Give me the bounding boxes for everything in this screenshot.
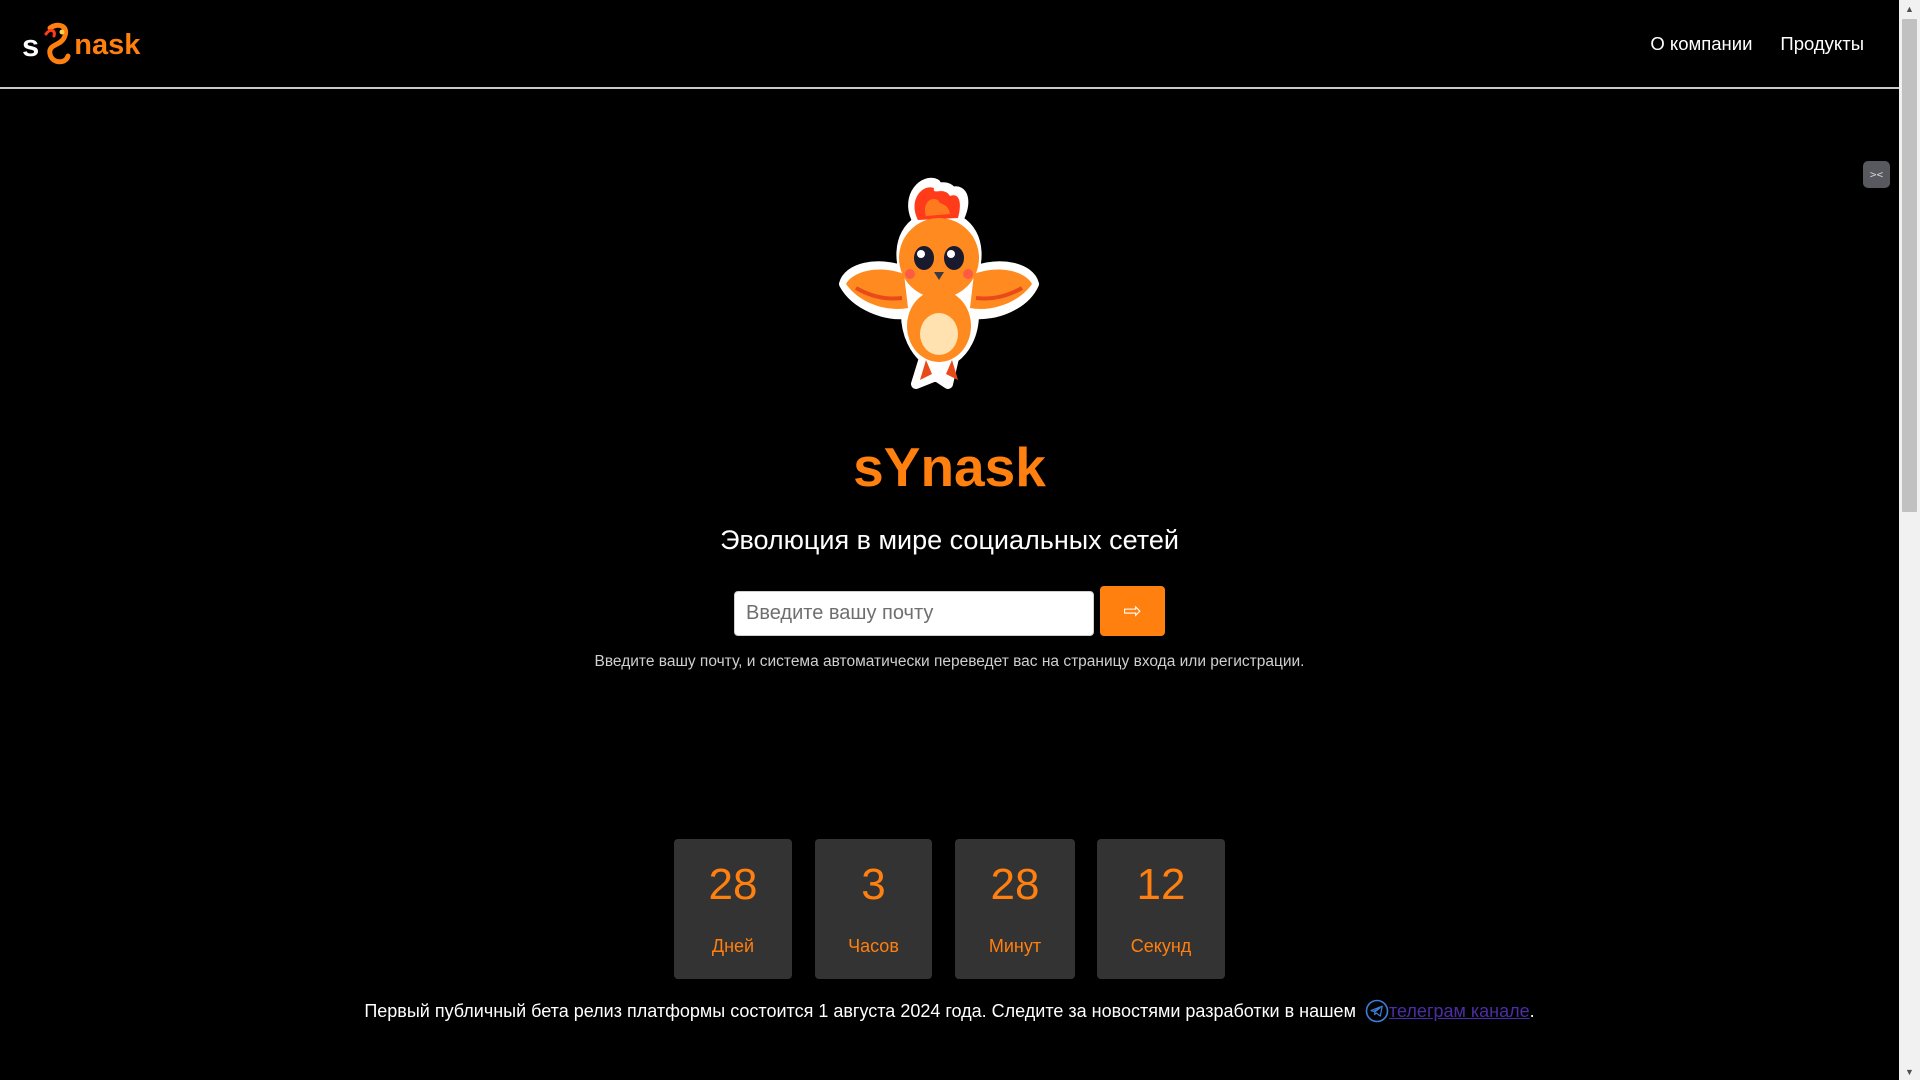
countdown-label: Дней	[711, 936, 755, 956]
countdown-label: Часов	[848, 936, 899, 956]
countdown-label: Секунд	[1130, 936, 1192, 956]
extension-icon[interactable]: ><	[1863, 161, 1890, 188]
nav-link-products[interactable]: Продукты	[1780, 33, 1864, 55]
scroll-thumb[interactable]	[1902, 19, 1917, 512]
phoenix-logo-icon	[44, 22, 71, 65]
countdown: 28 Дней 3 Часов 28 Минут 12 Секунд	[0, 839, 1899, 979]
main-nav: О компании Продукты	[1650, 33, 1864, 55]
telegram-channel-link[interactable]: телеграм канале	[1389, 1001, 1530, 1021]
scroll-up-icon[interactable]: ▲	[1899, 0, 1920, 17]
countdown-value: 12	[1136, 860, 1186, 909]
email-input[interactable]	[734, 591, 1094, 636]
top-navbar: s nask О компании Продукты	[0, 0, 1899, 89]
nav-link-about[interactable]: О компании	[1650, 33, 1752, 55]
release-note-text: Первый публичный бета релиз платформы со…	[364, 1001, 1356, 1021]
phoenix-mascot-icon	[839, 177, 1039, 389]
page-scrollbar[interactable]: ▲ ▼	[1899, 0, 1920, 1080]
tagline: Эволюция в мире социальных сетей	[720, 525, 1179, 555]
countdown-value: 28	[708, 860, 758, 909]
email-hint: Введите вашу почту, и система автоматиче…	[594, 653, 1305, 670]
countdown-value: 3	[861, 860, 886, 909]
countdown-minutes: 28 Минут	[955, 839, 1075, 979]
countdown-days: 28 Дней	[674, 839, 792, 979]
countdown-value: 28	[990, 860, 1040, 909]
countdown-hours: 3 Часов	[815, 839, 932, 979]
logo-suffix: nask	[74, 28, 141, 61]
release-note-trailing: .	[1529, 1001, 1535, 1021]
email-form: ⇨	[734, 586, 1165, 636]
countdown-seconds: 12 Секунд	[1097, 839, 1225, 979]
logo-prefix: s	[22, 27, 40, 63]
release-note: Первый публичный бета релиз платформы со…	[0, 999, 1899, 1023]
logo-link[interactable]: s nask	[22, 20, 140, 70]
brand-title: sYnask	[853, 436, 1046, 498]
submit-button[interactable]: ⇨	[1100, 586, 1165, 636]
scroll-down-icon[interactable]: ▼	[1899, 1063, 1920, 1080]
countdown-label: Минут	[988, 936, 1042, 956]
telegram-icon	[1365, 999, 1389, 1023]
arrow-right-icon: ⇨	[1123, 598, 1142, 623]
